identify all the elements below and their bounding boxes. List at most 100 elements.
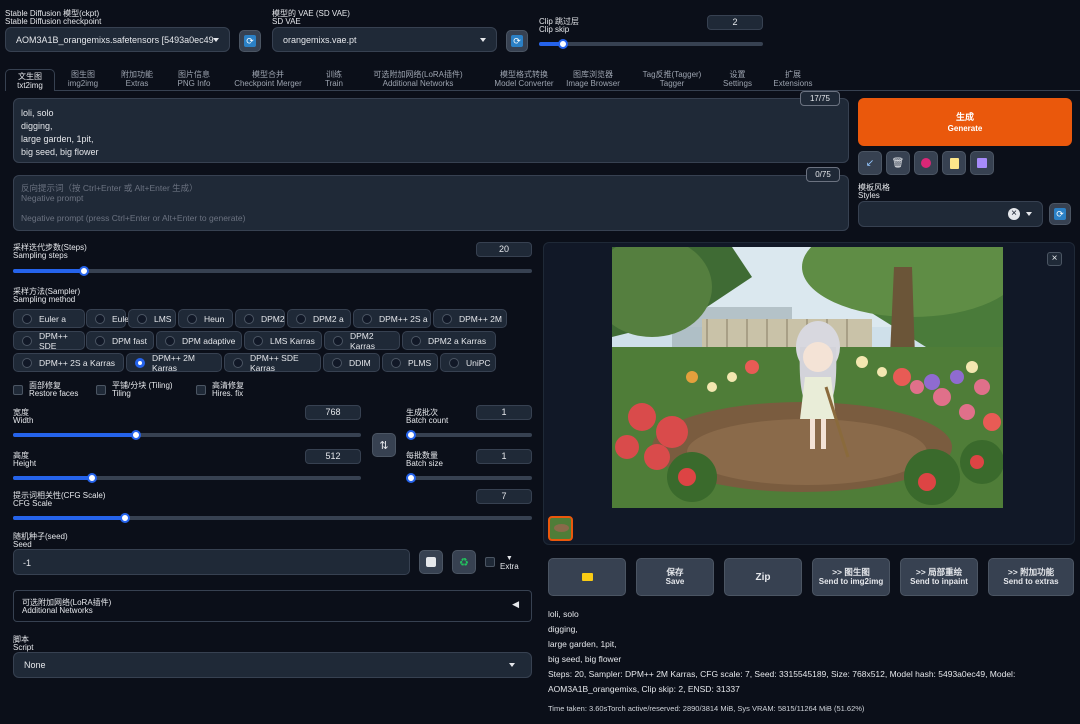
sampler-option[interactable]: DPM++ 2S a <box>353 309 431 328</box>
sampler-option[interactable]: LMS Karras <box>244 331 322 350</box>
tab-label-zh: 扩展 <box>785 70 801 79</box>
reuse-seed-button[interactable]: ♻ <box>452 550 476 574</box>
extra-seed-checkbox[interactable] <box>485 557 495 567</box>
save-button[interactable]: 保存 Save <box>636 558 714 596</box>
tab-train[interactable]: 训练 Train <box>313 69 355 91</box>
sampling-steps-number[interactable]: 20 <box>476 242 532 257</box>
gallery-thumbnail[interactable] <box>548 516 573 541</box>
sampler-option[interactable]: DPM++ 2M Karras <box>126 353 222 373</box>
sampler-option[interactable]: DPM2 a <box>287 309 351 328</box>
sampler-option[interactable]: UniPC <box>440 353 496 372</box>
sampler-option[interactable]: DDIM <box>323 353 380 372</box>
script-select[interactable]: None <box>13 652 532 678</box>
seed-input[interactable]: -1 <box>13 549 410 575</box>
slider-knob[interactable] <box>406 430 416 440</box>
slider-knob[interactable] <box>120 513 130 523</box>
save-style-button[interactable] <box>970 151 994 175</box>
batch-size-slider[interactable] <box>406 473 532 483</box>
tab-checkpoint-merger[interactable]: 模型合并 Checkpoint Merger <box>225 69 311 91</box>
checkpoint-refresh-button[interactable]: ⟳ <box>239 30 261 52</box>
tab-extras[interactable]: 附加功能 Extras <box>111 69 163 91</box>
slider-knob[interactable] <box>79 266 89 276</box>
clip-skip-number[interactable]: 2 <box>707 15 763 30</box>
height-slider[interactable] <box>13 473 361 483</box>
generated-image[interactable] <box>612 247 1003 508</box>
styles-select[interactable]: × <box>858 201 1043 227</box>
tab-additional-networks[interactable]: 可选附加网络(LoRA插件) Additional Networks <box>356 69 480 91</box>
sampler-option[interactable]: DPM fast <box>86 331 154 350</box>
button-label-en: Send to extras <box>1003 577 1059 586</box>
sampler-option[interactable]: DPM2 <box>235 309 285 328</box>
tab-label-zh: 附加功能 <box>121 70 153 79</box>
sampler-option[interactable]: DPM++ 2S a Karras <box>13 353 124 372</box>
checkbox-tiling[interactable] <box>96 385 106 395</box>
tab-png-info[interactable]: 图片信息 PNG Info <box>164 69 224 91</box>
slider-knob[interactable] <box>558 39 568 49</box>
extra-networks-button[interactable] <box>914 151 938 175</box>
checkbox-restore-faces[interactable] <box>13 385 23 395</box>
batch-count-slider[interactable] <box>406 430 532 440</box>
slider-knob[interactable] <box>406 473 416 483</box>
sampler-option-label: PLMS <box>408 357 432 368</box>
sampler-option[interactable]: Euler <box>86 309 132 328</box>
negative-prompt-textarea[interactable]: 反向提示词（按 Ctrl+Enter 或 Alt+Enter 生成） Negati… <box>13 175 849 231</box>
sampler-option[interactable]: PLMS <box>382 353 438 372</box>
zip-button[interactable]: Zip <box>724 558 802 596</box>
tab-img2img[interactable]: 图生图 img2img <box>56 69 110 91</box>
checkbox-hires-fix[interactable] <box>196 385 206 395</box>
script-label: 脚本 Script <box>13 635 34 652</box>
sampler-option[interactable]: Heun <box>178 309 233 328</box>
slider-knob[interactable] <box>131 430 141 440</box>
info-line: Steps: 20, Sampler: DPM++ 2M Karras, CFG… <box>548 669 1016 679</box>
send-to-inpaint-button[interactable]: >> 局部重绘 Send to inpaint <box>900 558 978 596</box>
generate-button[interactable]: 生成 Generate <box>858 98 1072 146</box>
sampler-option[interactable]: DPM adaptive <box>156 331 242 350</box>
cfg-number[interactable]: 7 <box>476 489 532 504</box>
script-value: None <box>24 660 46 670</box>
info-line: big seed, big flower <box>548 654 622 664</box>
styles-label: 模板风格 Styles <box>858 183 890 200</box>
tab-label-zh: 训练 <box>326 70 342 79</box>
send-to-extras-button[interactable]: >> 附加功能 Send to extras <box>988 558 1074 596</box>
height-number[interactable]: 512 <box>305 449 361 464</box>
tab-model-converter[interactable]: 模型格式转换 Model Converter <box>481 69 567 91</box>
tab-extensions[interactable]: 扩展 Extensions <box>768 69 818 91</box>
width-number[interactable]: 768 <box>305 405 361 420</box>
cfg-slider[interactable] <box>13 513 532 523</box>
sampler-option[interactable]: Euler a <box>13 309 85 328</box>
sampler-option[interactable]: LMS <box>128 309 176 328</box>
sampler-option[interactable]: DPM2 a Karras <box>402 331 496 350</box>
sampler-option[interactable]: DPM++ 2M <box>433 309 507 328</box>
clear-prompt-button[interactable]: 🗑 <box>886 151 910 175</box>
open-folder-button[interactable] <box>548 558 626 596</box>
prompt-textarea[interactable]: loli, solo digging, large garden, 1pit, big… <box>13 98 849 163</box>
random-seed-button[interactable] <box>419 550 443 574</box>
tab-settings[interactable]: 设置 Settings <box>721 69 754 91</box>
width-slider[interactable] <box>13 430 361 440</box>
swap-dimensions-button[interactable]: ⇅ <box>372 433 396 457</box>
clear-icon[interactable]: × <box>1008 208 1020 220</box>
slider-knob[interactable] <box>87 473 97 483</box>
vae-select[interactable]: orangemixs.vae.pt <box>272 27 497 52</box>
batch-size-number[interactable]: 1 <box>476 449 532 464</box>
vae-refresh-button[interactable]: ⟳ <box>506 30 528 52</box>
batch-count-number[interactable]: 1 <box>476 405 532 420</box>
tab-tagger[interactable]: Tag反推(Tagger) Tagger <box>625 69 719 91</box>
additional-networks-accordion[interactable]: 可选附加网络(LoRA插件) Additional Networks ◀ <box>13 590 532 622</box>
sampler-option[interactable]: DPM++ SDE Karras <box>224 353 321 373</box>
sampler-option-label: DPM++ 2S a Karras <box>39 357 116 368</box>
trash-icon: 🗑 <box>891 157 905 169</box>
send-to-img2img-button[interactable]: >> 图生图 Send to img2img <box>812 558 890 596</box>
clip-skip-slider[interactable] <box>539 39 763 49</box>
sampler-option[interactable]: DPM2 Karras <box>324 331 400 351</box>
checkpoint-select[interactable]: AOM3A1B_orangemixs.safetensors [5493a0ec… <box>5 27 230 52</box>
tab-image-browser[interactable]: 图库浏览器 Image Browser <box>562 69 624 91</box>
button-label-zh: >> 图生图 <box>832 567 870 577</box>
apply-style-button[interactable] <box>942 151 966 175</box>
close-gallery-button[interactable]: × <box>1047 252 1062 266</box>
tab-txt2img[interactable]: 文生图 txt2img <box>5 69 55 91</box>
read-params-button[interactable]: ↙ <box>858 151 882 175</box>
sampling-steps-slider[interactable] <box>13 266 532 276</box>
sampler-option[interactable]: DPM++ SDE <box>13 331 85 351</box>
styles-refresh-button[interactable]: ⟳ <box>1049 203 1071 225</box>
